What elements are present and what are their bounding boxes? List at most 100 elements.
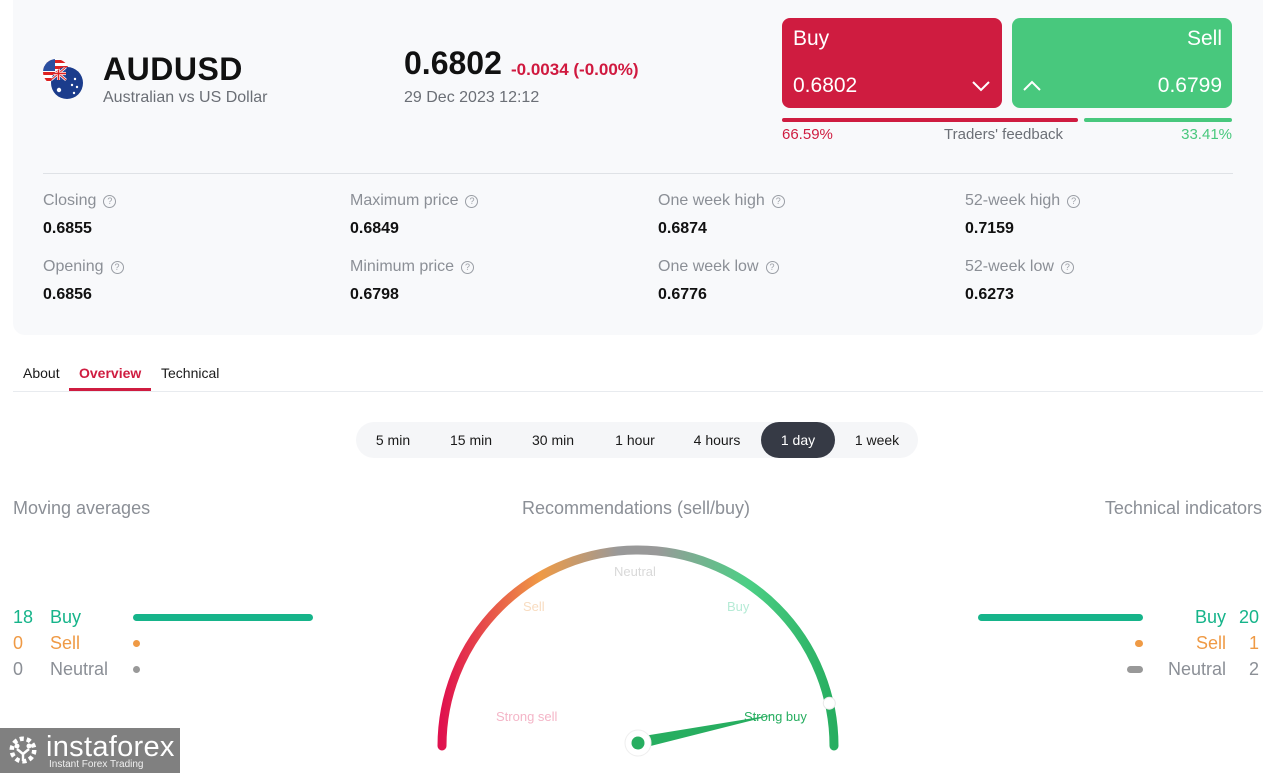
sell-button[interactable]: Sell 0.6799 (1012, 18, 1232, 108)
ma-neutral-label: Neutral (50, 659, 109, 679)
help-icon[interactable]: ? (461, 260, 475, 274)
ma-buy-bar (133, 614, 313, 621)
stat-opening: Opening? 0.6856 (43, 258, 124, 304)
stat-value: 0.6849 (350, 220, 399, 237)
zone-buy: Buy (727, 599, 750, 614)
ma-neutral-count: 0 (13, 659, 24, 679)
stat-value: 0.6874 (658, 220, 707, 237)
stat-label: One week high (658, 192, 765, 209)
recommendations-title: Recommendations (sell/buy) (521, 498, 751, 518)
tab-overview[interactable]: Overview (79, 365, 141, 381)
ti-sell-count: 1 (1248, 633, 1259, 653)
period-4-hours[interactable]: 4 hours (680, 422, 754, 458)
help-icon[interactable]: ? (765, 260, 779, 274)
help-icon[interactable]: ? (1067, 194, 1081, 208)
ti-buy-count: 20 (1238, 607, 1259, 627)
zone-neutral: Neutral (614, 564, 656, 579)
stat-maximum-price: Maximum price? 0.6849 (350, 192, 479, 238)
sell-price: 0.6799 (1157, 74, 1222, 97)
ti-sell-label: Sell (1195, 633, 1226, 653)
help-icon[interactable]: ? (103, 194, 117, 208)
aud-usd-flags-icon (43, 59, 83, 99)
stat-value: 0.6273 (965, 286, 1014, 303)
ma-buy-label: Buy (50, 607, 82, 627)
recommendation-gauge: Strong sell Sell Neutral Buy Strong buy (437, 545, 839, 757)
period-1-day[interactable]: 1 day (761, 422, 835, 458)
price-timestamp: 29 Dec 2023 12:12 (404, 89, 540, 106)
ma-neutral-bar (133, 666, 140, 673)
help-icon[interactable]: ? (1060, 260, 1074, 274)
chevron-down-icon (972, 81, 990, 92)
ti-neutral-bar (1126, 666, 1143, 673)
stat-label: Minimum price (350, 258, 455, 275)
help-icon[interactable]: ? (465, 194, 479, 208)
help-icon[interactable]: ? (771, 194, 785, 208)
active-tab-indicator (69, 388, 151, 391)
period-selector: 5 min 15 min 30 min 1 hour 4 hours 1 day… (356, 422, 918, 458)
stat-label: One week low (658, 258, 759, 275)
feedback-buy-percent: 66.59% (782, 126, 833, 143)
technical-indicators-title: Technical indicators (1104, 498, 1262, 518)
sell-label: Sell (1186, 27, 1222, 50)
zone-strong-sell: Strong sell (496, 709, 558, 724)
period-1-hour[interactable]: 1 hour (600, 422, 670, 458)
ti-neutral-row: Neutral 2 (1168, 659, 1259, 680)
ti-buy-label: Buy (1194, 607, 1226, 627)
instrument-symbol: AUDUSD (103, 51, 243, 87)
stat-52-week-low: 52-week low? 0.6273 (965, 258, 1074, 304)
ti-neutral-count: 2 (1248, 659, 1259, 679)
stat-value: 0.7159 (965, 220, 1014, 237)
stat-value: 0.6855 (43, 220, 92, 237)
watermark-tagline: Instant Forex Trading (49, 759, 144, 770)
gear-logo-icon (9, 736, 37, 764)
stat-value: 0.6856 (43, 286, 92, 303)
period-30-min[interactable]: 30 min (516, 422, 590, 458)
help-icon[interactable]: ? (110, 260, 124, 274)
stat-label: Maximum price (350, 192, 459, 209)
ma-sell-label: Sell (50, 633, 81, 653)
section-tabs: About Overview Technical (13, 352, 1263, 392)
gauge-needle-hub (631, 736, 645, 750)
stat-label: Opening (43, 258, 104, 275)
ma-sell-bar (133, 640, 140, 647)
buy-price: 0.6802 (793, 74, 858, 97)
gauge-needle (636, 714, 776, 749)
ma-buy-count: 18 (13, 607, 34, 627)
zone-strong-buy: Strong buy (744, 709, 807, 724)
feedback-label: Traders' feedback (944, 126, 1064, 143)
gauge-value-marker (822, 696, 836, 710)
ti-buy-bar (978, 614, 1143, 621)
period-5-min[interactable]: 5 min (362, 422, 424, 458)
zone-sell: Sell (523, 599, 545, 614)
ti-sell-row: Sell 1 (1196, 633, 1259, 654)
stat-value: 0.6776 (658, 286, 707, 303)
period-1-week[interactable]: 1 week (844, 422, 910, 458)
tab-about[interactable]: About (23, 365, 60, 381)
tab-technical[interactable]: Technical (161, 365, 219, 381)
ma-sell-count: 0 (13, 633, 24, 653)
price-change: -0.0034 (-0.00%) (511, 60, 639, 79)
period-15-min[interactable]: 15 min (434, 422, 508, 458)
buy-label: Buy (793, 27, 830, 50)
instrument-description: Australian vs US Dollar (103, 89, 268, 106)
feedback-sell-bar (1084, 118, 1232, 122)
stat-label: 52-week high (965, 192, 1061, 209)
ti-sell-bar (1134, 640, 1143, 647)
ti-neutral-label: Neutral (1167, 659, 1226, 679)
stat-minimum-price: Minimum price? 0.6798 (350, 258, 475, 304)
chevron-up-icon (1023, 80, 1041, 91)
buy-button[interactable]: Buy 0.6802 (782, 18, 1002, 108)
stat-one-week-high: One week high? 0.6874 (658, 192, 785, 238)
summary-divider (43, 173, 1233, 174)
current-price: 0.6802 (404, 45, 502, 81)
instaforex-watermark: instaforex Instant Forex Trading (0, 728, 180, 773)
stat-52-week-high: 52-week high? 0.7159 (965, 192, 1081, 238)
ti-buy-row: Buy 20 (1195, 607, 1259, 628)
feedback-buy-bar (782, 118, 1078, 122)
stat-value: 0.6798 (350, 286, 399, 303)
feedback-sell-percent: 33.41% (1181, 126, 1232, 143)
stat-label: 52-week low (965, 258, 1054, 275)
stat-label: Closing (43, 192, 97, 209)
stat-closing: Closing? 0.6855 (43, 192, 117, 238)
stat-one-week-low: One week low? 0.6776 (658, 258, 779, 304)
